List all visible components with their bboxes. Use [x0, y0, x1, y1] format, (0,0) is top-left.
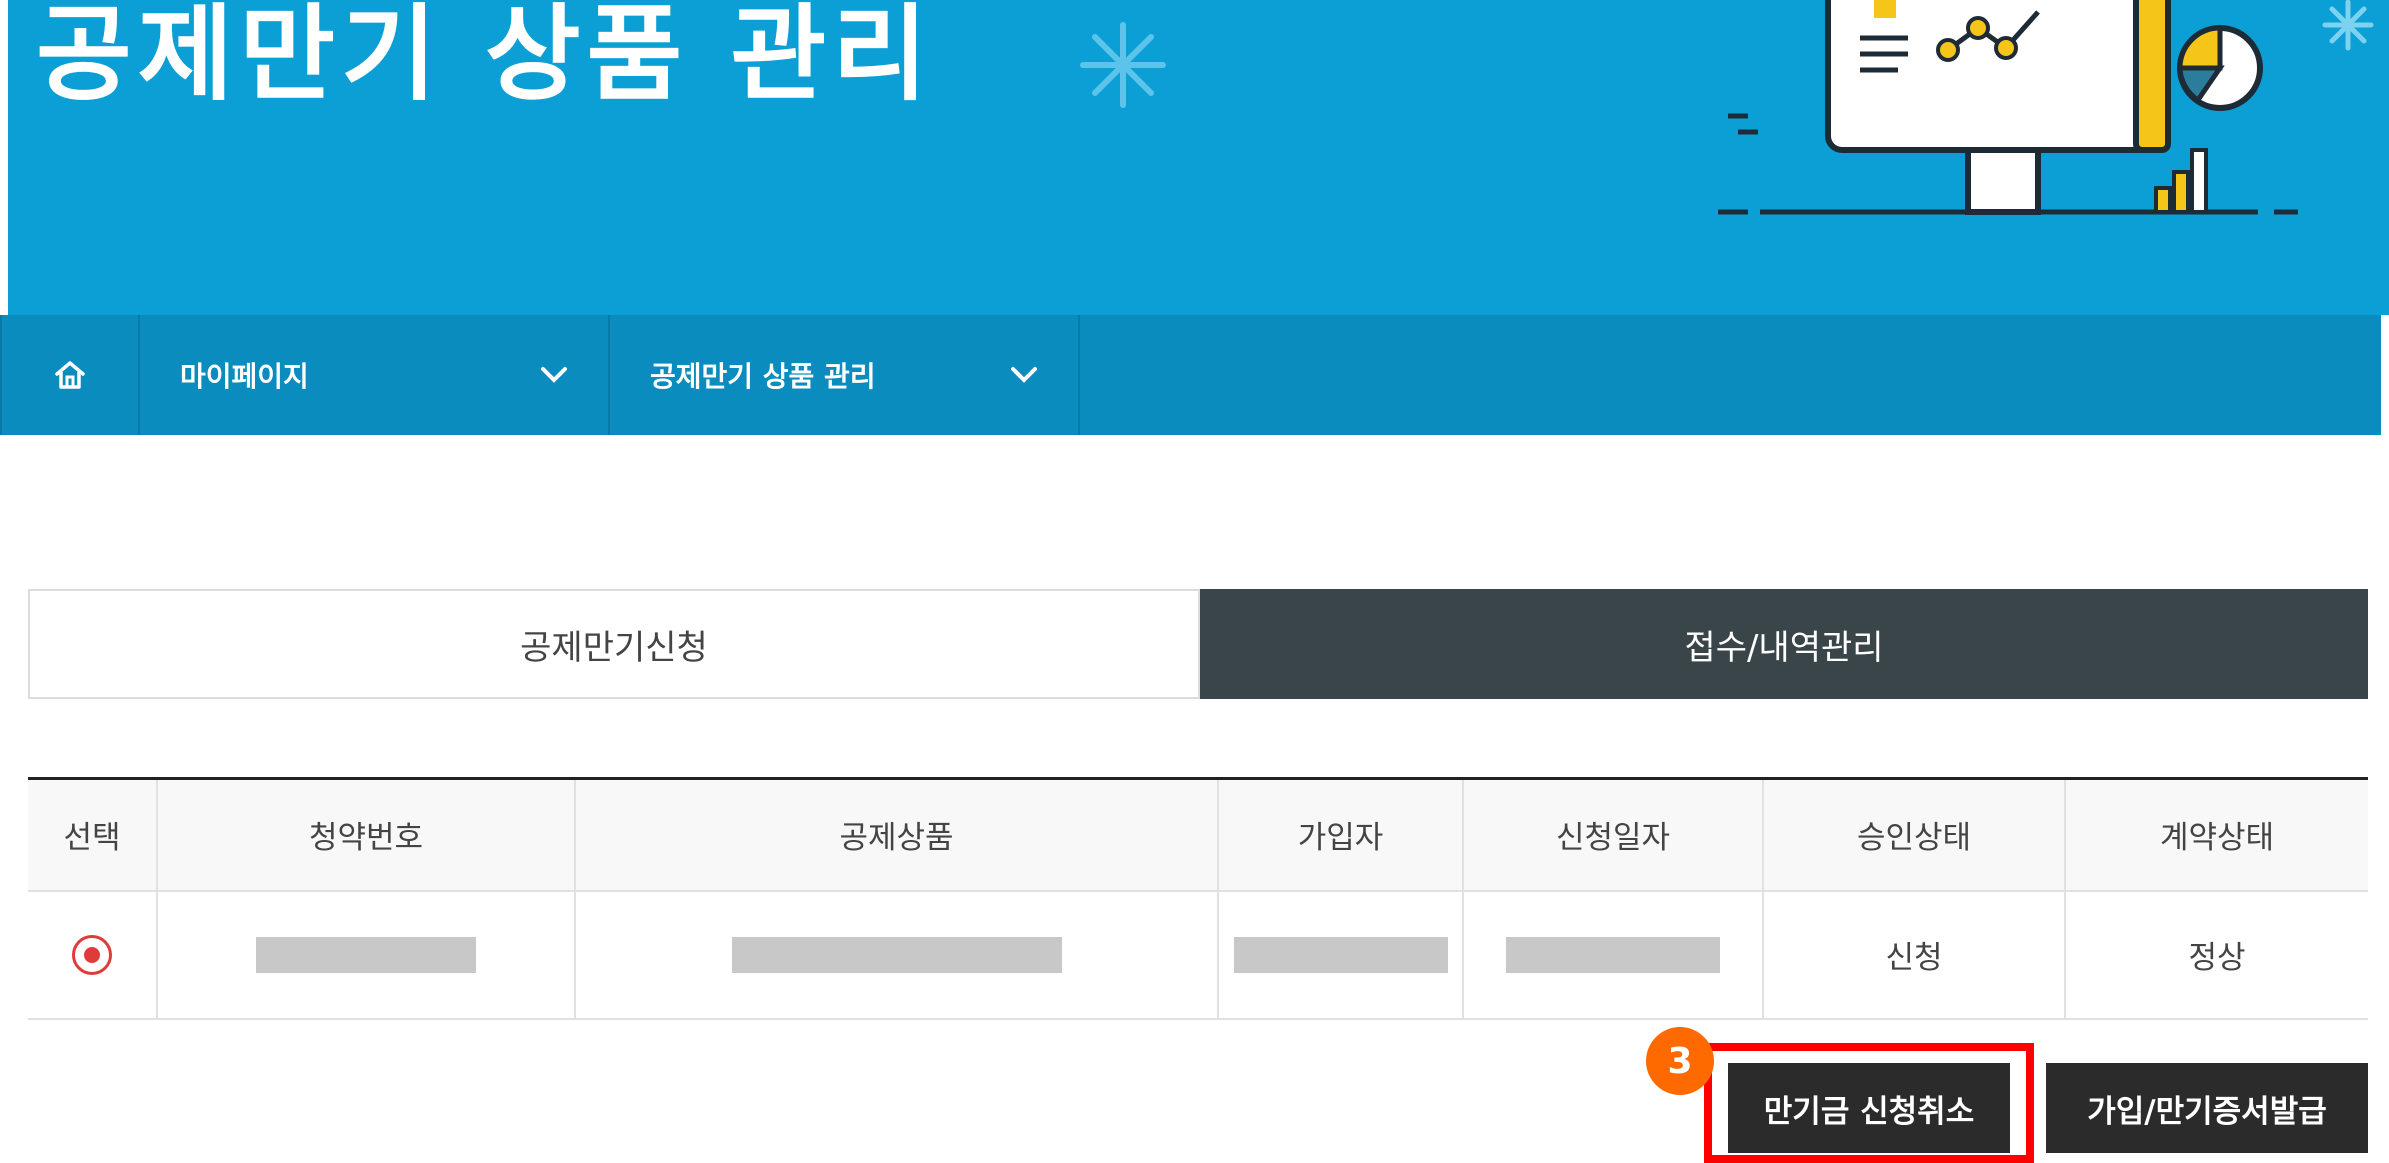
application-date-cell	[1462, 890, 1763, 1020]
subscription-number-cell	[156, 890, 575, 1020]
breadcrumb: 마이페이지 공제만기 상품 관리	[0, 315, 2381, 435]
redacted-value	[256, 937, 476, 974]
breadcrumb-label: 공제만기 상품 관리	[650, 360, 876, 393]
tab-maturity-application[interactable]: 공제만기신청	[28, 589, 1200, 699]
tab-bar: 공제만기신청 접수/내역관리	[28, 589, 2368, 699]
column-header-select: 선택	[28, 778, 157, 892]
highlight-box	[1704, 1043, 2034, 1163]
tab-receipt-history[interactable]: 접수/내역관리	[1200, 589, 2368, 699]
redacted-value	[1506, 937, 1720, 974]
sparkle-icon	[1080, 22, 1166, 108]
product-cell	[574, 890, 1218, 1020]
select-cell	[28, 890, 157, 1020]
redacted-value	[731, 937, 1062, 974]
home-button[interactable]	[0, 315, 140, 435]
column-header-product: 공제상품	[574, 778, 1218, 892]
home-icon	[55, 361, 85, 389]
monitor-chart-illustration	[1718, 0, 2298, 215]
pie-chart-icon	[2177, 25, 2263, 111]
step-badge: 3	[1646, 1027, 1714, 1095]
column-header-approval-status: 승인상태	[1762, 778, 2065, 892]
chevron-down-icon	[1011, 367, 1037, 383]
column-header-subscriber: 가입자	[1217, 778, 1463, 892]
contract-status-cell: 정상	[2064, 890, 2368, 1020]
table-row[interactable]: 신청 정상	[28, 890, 2368, 1020]
row-select-radio[interactable]	[72, 934, 112, 975]
page-banner: 공제만기 상품 관리	[8, 0, 2389, 315]
table-header-row: 선택 청약번호 공제상품 가입자 신청일자 승인상태 계약상태	[28, 778, 2368, 892]
breadcrumb-item-mypage[interactable]: 마이페이지	[140, 315, 610, 435]
breadcrumb-label: 마이페이지	[180, 360, 309, 393]
subscriber-cell	[1217, 890, 1463, 1020]
chevron-down-icon	[541, 367, 567, 383]
application-table: 선택 청약번호 공제상품 가입자 신청일자 승인상태 계약상태 신청 정상	[28, 777, 2368, 1020]
column-header-application-date: 신청일자	[1462, 778, 1763, 892]
approval-status-cell: 신청	[1762, 890, 2065, 1020]
redacted-value	[1233, 937, 1448, 974]
column-header-contract-status: 계약상태	[2064, 778, 2368, 892]
sparkle-icon	[2322, 0, 2374, 51]
page-title: 공제만기 상품 관리	[36, 0, 934, 115]
column-header-subscription-number: 청약번호	[156, 778, 575, 892]
breadcrumb-item-product-management[interactable]: 공제만기 상품 관리	[610, 315, 1080, 435]
issue-certificate-button[interactable]: 가입/만기증서발급	[2046, 1063, 2368, 1153]
